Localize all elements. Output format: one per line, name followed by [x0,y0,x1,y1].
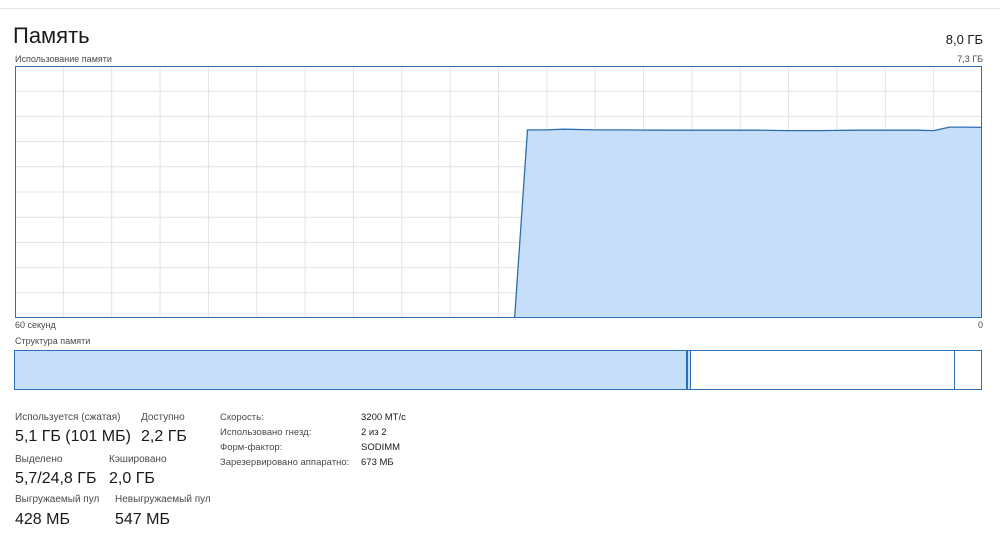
committed-value: 5,7/24,8 ГБ [15,470,97,487]
paged-pool-label: Выгружаемый пул [15,494,100,505]
hardware-reserved-label: Зарезервировано аппаратно: [220,457,350,468]
time-axis-start: 60 секунд [15,320,56,330]
nonpaged-pool-value: 547 МБ [115,511,170,528]
cached-value: 2,0 ГБ [109,470,155,487]
cached-label: Кэшировано [109,454,167,465]
memory-usage-chart-svg [15,66,982,318]
time-axis-end: 0 [977,320,983,330]
paged-pool-value: 428 МБ [15,511,70,528]
memory-usage-chart [15,66,982,318]
composition-in-use[interactable] [15,351,689,389]
page-title: Память [13,23,90,48]
available-value: 2,2 ГБ [141,428,187,445]
committed-label: Выделено [15,454,63,465]
in-use-value: 5,1 ГБ (101 МБ) [15,428,131,445]
hardware-reserved-value: 673 МБ [361,457,394,468]
form-factor-value: SODIMM [361,442,401,453]
in-use-label: Используется (сжатая) [15,412,121,423]
speed-value: 3200 МТ/с [361,412,406,423]
total-memory: 8,0 ГБ [945,32,983,47]
usage-chart-max: 7,3 ГБ [957,54,983,64]
top-divider [0,8,1000,9]
composition-standby[interactable] [690,351,955,389]
composition-label: Структура памяти [15,336,91,346]
nonpaged-pool-label: Невыгружаемый пул [115,494,211,505]
speed-label: Скорость: [220,412,264,423]
form-factor-label: Форм-фактор: [220,442,283,453]
slots-value: 2 из 2 [361,427,387,438]
memory-composition-bar[interactable] [14,350,982,390]
composition-free[interactable] [954,351,981,389]
available-label: Доступно [141,412,185,423]
usage-chart-label: Использование памяти [15,54,112,64]
slots-label: Использовано гнезд: [220,427,312,438]
